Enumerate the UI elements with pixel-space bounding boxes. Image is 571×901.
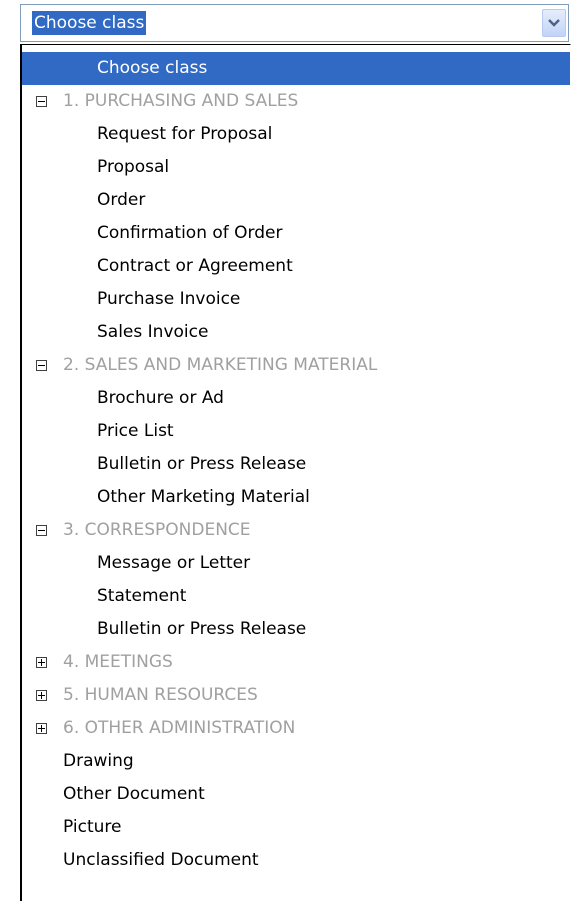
chevron-down-icon: [548, 19, 560, 27]
option-label: Request for Proposal: [97, 124, 273, 144]
option-label: Sales Invoice: [97, 322, 209, 342]
option-label: Proposal: [97, 157, 170, 177]
option-purchase-invoice[interactable]: Purchase Invoice: [22, 283, 570, 316]
group-purchasing-and-sales[interactable]: 1. PURCHASING AND SALES: [22, 85, 570, 118]
option-message-or-letter[interactable]: Message or Letter: [22, 547, 570, 580]
group-label: 3. CORRESPONDENCE: [63, 520, 251, 540]
expand-toggle-icon[interactable]: [36, 690, 47, 701]
option-label: Confirmation of Order: [97, 223, 283, 243]
option-picture[interactable]: Picture: [22, 811, 570, 844]
option-contract-or-agreement[interactable]: Contract or Agreement: [22, 250, 570, 283]
group-meetings[interactable]: 4. MEETINGS: [22, 646, 570, 679]
option-label: Bulletin or Press Release: [97, 454, 307, 474]
option-label: Unclassified Document: [63, 850, 259, 870]
group-label: 6. OTHER ADMINISTRATION: [63, 718, 296, 738]
option-label: Purchase Invoice: [97, 289, 241, 309]
option-choose-class[interactable]: Choose class: [22, 52, 570, 85]
combobox-value: Choose class: [32, 11, 147, 35]
option-brochure-or-ad[interactable]: Brochure or Ad: [22, 382, 570, 415]
group-human-resources[interactable]: 5. HUMAN RESOURCES: [22, 679, 570, 712]
group-correspondence[interactable]: 3. CORRESPONDENCE: [22, 514, 570, 547]
option-label: Contract or Agreement: [97, 256, 293, 276]
option-label: Other Marketing Material: [97, 487, 310, 507]
option-price-list[interactable]: Price List: [22, 415, 570, 448]
group-other-administration[interactable]: 6. OTHER ADMINISTRATION: [22, 712, 570, 745]
option-label: Brochure or Ad: [97, 388, 224, 408]
option-label: Other Document: [63, 784, 205, 804]
option-sales-invoice[interactable]: Sales Invoice: [22, 316, 570, 349]
option-drawing[interactable]: Drawing: [22, 745, 570, 778]
option-request-for-proposal[interactable]: Request for Proposal: [22, 118, 570, 151]
option-unclassified-document[interactable]: Unclassified Document: [22, 844, 570, 877]
option-other-marketing-material[interactable]: Other Marketing Material: [22, 481, 570, 514]
option-other-document[interactable]: Other Document: [22, 778, 570, 811]
option-label: Statement: [97, 586, 187, 606]
option-proposal[interactable]: Proposal: [22, 151, 570, 184]
option-label: Message or Letter: [97, 553, 251, 573]
group-label: 2. SALES AND MARKETING MATERIAL: [63, 355, 378, 375]
expand-toggle-icon[interactable]: [36, 657, 47, 668]
expand-toggle-icon[interactable]: [36, 723, 47, 734]
group-label: 4. MEETINGS: [63, 652, 173, 672]
group-label: 5. HUMAN RESOURCES: [63, 685, 258, 705]
class-dropdown-list: Choose class 1. PURCHASING AND SALES Req…: [20, 44, 571, 901]
collapse-toggle-icon[interactable]: [36, 360, 47, 371]
option-label: Drawing: [63, 751, 134, 771]
option-label: Price List: [97, 421, 174, 441]
group-label: 1. PURCHASING AND SALES: [63, 91, 299, 111]
option-order[interactable]: Order: [22, 184, 570, 217]
option-confirmation-of-order[interactable]: Confirmation of Order: [22, 217, 570, 250]
option-label: Order: [97, 190, 146, 210]
group-sales-and-marketing-material[interactable]: 2. SALES AND MARKETING MATERIAL: [22, 349, 570, 382]
collapse-toggle-icon[interactable]: [36, 525, 47, 536]
dropdown-button[interactable]: [542, 9, 566, 37]
option-bulletin-or-press-release[interactable]: Bulletin or Press Release: [22, 613, 570, 646]
option-bulletin-or-press-release[interactable]: Bulletin or Press Release: [22, 448, 570, 481]
option-label: Bulletin or Press Release: [97, 619, 307, 639]
option-label: Picture: [63, 817, 122, 837]
collapse-toggle-icon[interactable]: [36, 96, 47, 107]
option-statement[interactable]: Statement: [22, 580, 570, 613]
class-combobox[interactable]: Choose class: [20, 4, 569, 42]
option-label: Choose class: [97, 58, 208, 78]
